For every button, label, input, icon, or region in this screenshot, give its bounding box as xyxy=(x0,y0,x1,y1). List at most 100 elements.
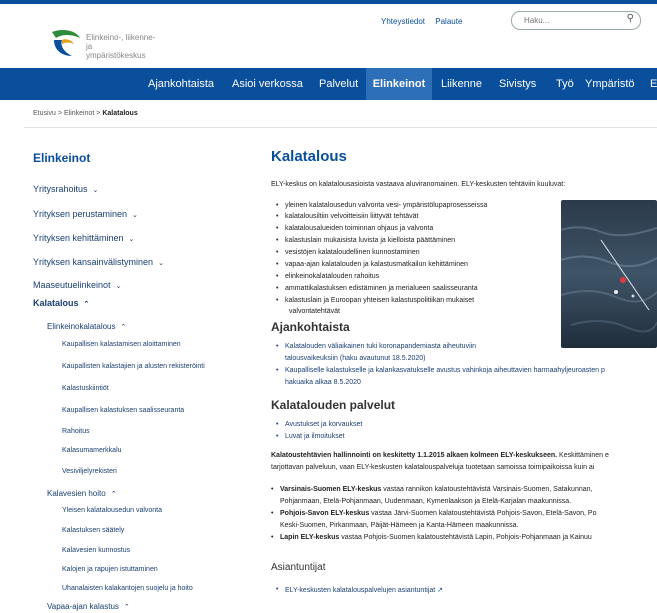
news-heading: Ajankohtaista xyxy=(271,320,350,334)
utility-links: Yhteystiedot Palaute xyxy=(381,17,470,26)
center-item: Varsinais-Suomen ELY-keskus vastaa ranni… xyxy=(271,486,593,493)
center-text: vastaa rannikon kalatoustehtävistä Varsi… xyxy=(381,486,593,493)
breadcrumb-divider xyxy=(24,127,657,128)
chevron-down-icon[interactable]: ⌄ xyxy=(158,259,164,267)
sidebar-item-label: Maaseutuelinkeinot xyxy=(33,280,111,290)
chevron-up-icon[interactable]: ⌃ xyxy=(84,300,90,308)
sidebar-item-saately[interactable]: Kalastuksen säätely xyxy=(62,527,124,534)
sidebar-item-label: Yrityksen kehittäminen xyxy=(33,233,124,243)
sidebar-item-kiintiot[interactable]: Kalastuskiintiöt xyxy=(62,385,109,392)
nav-more[interactable]: E xyxy=(650,68,657,100)
main-navigation: Ajankohtaista Asioi verkossa Palvelut El… xyxy=(0,68,657,100)
sidebar-item-rahoitus[interactable]: Rahoitus xyxy=(62,428,90,435)
center-item-continued: Keski-Suomen, Pirkanmaan, Päijät-Hämeen … xyxy=(280,522,519,529)
nav-sivistys[interactable]: Sivistys xyxy=(499,68,536,100)
sidebar-item-kansainvalistyminen[interactable]: Yrityksen kansainvälistyminen ⌄ xyxy=(33,257,164,267)
org-name: Elinkeino-, liikenne- ja ympäristökeskus xyxy=(86,33,156,60)
news-link-continued[interactable]: hakuaika alkaa 8.5.2020 xyxy=(285,379,361,386)
duty-item: kalatalousalueiden toiminnan ohjaus ja v… xyxy=(276,225,433,232)
sidebar-item-suojelu[interactable]: Uhanalaisten kalakantojen suojelu ja hoi… xyxy=(62,585,193,592)
sidebar-item-kunnostus[interactable]: Kalavesien kunnostus xyxy=(62,547,130,554)
sidebar-item-label: Kalavesien hoito xyxy=(47,489,106,498)
chevron-down-icon[interactable]: ⌄ xyxy=(116,282,122,290)
admin-paragraph: Kalatoustehtävien hallinnointi on keskit… xyxy=(271,452,609,459)
sidebar-item-kalavesien-hoito[interactable]: Kalavesien hoito ⌃ xyxy=(47,489,117,498)
sidebar-item-rekisterointi[interactable]: Kaupallisten kalastajien ja alusten reki… xyxy=(62,363,205,370)
duty-item: kalastuslain ja Euroopan yhteisen kalast… xyxy=(276,297,474,304)
duty-item: yleinen kalatalousedun valvonta vesi- ym… xyxy=(276,202,487,209)
experts-link-label: ELY-keskusten kalatalouspalvelujen asian… xyxy=(285,587,436,594)
center-text: vastaa Pohjois-Suomen kalatoustehtävistä… xyxy=(339,534,592,541)
external-link-icon: ↗ xyxy=(437,587,444,594)
sidebar-item-maaseutuelinkeinot[interactable]: Maaseutuelinkeinot ⌄ xyxy=(33,280,121,290)
chevron-down-icon[interactable]: ⌄ xyxy=(129,235,135,243)
center-name: Lapin ELY-keskus xyxy=(280,534,340,541)
sidebar-item-yritysrahoitus[interactable]: Yritysrahoitus ⌄ xyxy=(33,184,98,194)
sidebar-item-saalisseuranta[interactable]: Kaupallisen kalastuksen saalisseuranta xyxy=(62,407,184,414)
sidebar-item-edun-valvonta[interactable]: Yleisen kalatalousedun valvonta xyxy=(62,507,162,514)
sidebar-item-vesiviljely[interactable]: Vesiviljelyrekisteri xyxy=(62,468,117,475)
news-link[interactable]: Kaupalliselle kalastukselle ja kalankasv… xyxy=(276,367,605,374)
sidebar-item-merkkaus[interactable]: Kalasumamerkkalu xyxy=(62,447,122,454)
duty-item: elinkeinokalatalouden rahoitus xyxy=(276,273,379,280)
experts-link[interactable]: ELY-keskusten kalatalouspalvelujen asian… xyxy=(276,586,444,594)
news-link-continued[interactable]: talousvaikeuksiin (haku avautunut 18.5.2… xyxy=(285,355,425,362)
site-header: Elinkeino-, liikenne- ja ympäristökeskus… xyxy=(0,4,657,68)
sidebar-item-elinkeinokalatalous[interactable]: Elinkeinokalatalous ⌃ xyxy=(47,322,126,331)
contact-link[interactable]: Yhteystiedot xyxy=(381,17,425,26)
nav-ymparisto[interactable]: Ympäristö xyxy=(585,68,635,100)
experts-heading: Asiantuntijat xyxy=(271,562,326,573)
nav-tyo[interactable]: Työ xyxy=(556,68,574,100)
admin-rest-text: Keskittäminen e xyxy=(557,452,609,459)
chevron-up-icon[interactable]: ⌃ xyxy=(124,603,130,611)
ely-logo-icon[interactable] xyxy=(48,28,82,58)
chevron-up-icon[interactable]: ⌃ xyxy=(121,323,127,331)
duty-item-continued: valvontatehtävät xyxy=(289,308,340,315)
sidebar-item-label: Yritysrahoitus xyxy=(33,184,88,194)
center-name: Pohjois-Savon ELY-keskus xyxy=(280,510,370,517)
duty-item: kalastuslain mukaisista luvista ja kiell… xyxy=(276,237,455,244)
duty-item: vapaa-ajan kalatalouden ja kalastusmatka… xyxy=(276,261,468,268)
intro-text: ELY-keskus on kalatalousasioista vastaav… xyxy=(271,181,566,188)
service-link[interactable]: Luvat ja ilmoitukset xyxy=(276,433,344,440)
center-item: Pohjois-Savon ELY-keskus vastaa Järvi-Su… xyxy=(271,510,597,517)
sidebar-item-perustaminen[interactable]: Yrityksen perustaminen ⌄ xyxy=(33,209,138,219)
lake-water-image xyxy=(561,200,657,348)
sidebar-item-label: Elinkeinokalatalous xyxy=(47,322,116,331)
nav-asioi-verkossa[interactable]: Asioi verkossa xyxy=(232,68,303,100)
duty-item: vesistöjen kalataloudellinen kunnostamin… xyxy=(276,249,420,256)
search-icon[interactable]: ⚲ xyxy=(627,13,634,24)
sidebar-item-vapaa-ajan[interactable]: Vapaa-ajan kalastus ⌃ xyxy=(47,602,130,611)
nav-liikenne[interactable]: Liikenne xyxy=(441,68,482,100)
sidebar-item-label: Yrityksen perustaminen xyxy=(33,209,128,219)
search-input[interactable] xyxy=(522,15,622,26)
breadcrumb-separator: > xyxy=(96,110,101,117)
breadcrumb-current: Kalatalous xyxy=(102,110,138,117)
chevron-up-icon[interactable]: ⌃ xyxy=(111,490,117,498)
nav-ajankohtaista[interactable]: Ajankohtaista xyxy=(148,68,214,100)
chevron-down-icon[interactable]: ⌄ xyxy=(93,186,99,194)
sidebar-title[interactable]: Elinkeinot xyxy=(33,151,90,165)
news-link[interactable]: Kalatalouden väliaikainen tuki koronapan… xyxy=(276,343,476,350)
sidebar-item-kehittaminen[interactable]: Yrityksen kehittäminen ⌄ xyxy=(33,233,134,243)
fishing-photo xyxy=(561,200,657,348)
chevron-down-icon[interactable]: ⌄ xyxy=(132,211,138,219)
breadcrumb-separator: > xyxy=(57,110,63,117)
nav-elinkeinot[interactable]: Elinkeinot xyxy=(366,68,432,100)
breadcrumb-section[interactable]: Elinkeinot xyxy=(64,110,94,117)
duty-item: ammattikalastuksen edistäminen ja merial… xyxy=(276,285,478,292)
sidebar-item-label: Kalatalous xyxy=(33,298,79,308)
sidebar-item-label: Vapaa-ajan kalastus xyxy=(47,602,119,611)
sidebar-item-kalatalous[interactable]: Kalatalous ⌃ xyxy=(33,298,89,308)
sidebar-item-aloittaminen[interactable]: Kaupallisen kalastamisen aloittaminen xyxy=(62,341,181,348)
breadcrumb-home[interactable]: Etusivu xyxy=(33,110,56,117)
center-item: Lapin ELY-keskus vastaa Pohjois-Suomen k… xyxy=(271,534,592,541)
admin-bold-text: Kalatoustehtävien hallinnointi on keskit… xyxy=(271,452,558,459)
service-link[interactable]: Avustukset ja korvaukset xyxy=(276,421,362,428)
sidebar-item-istuttaminen[interactable]: Kalojen ja rapujen istuttaminen xyxy=(62,566,158,573)
feedback-link[interactable]: Palaute xyxy=(435,17,462,26)
page-title: Kalatalous xyxy=(271,148,347,165)
search-box[interactable]: ⚲ xyxy=(511,11,641,30)
nav-palvelut[interactable]: Palvelut xyxy=(319,68,358,100)
center-text: vastaa Järvi-Suomen kalatoustehtävistä P… xyxy=(369,510,597,517)
